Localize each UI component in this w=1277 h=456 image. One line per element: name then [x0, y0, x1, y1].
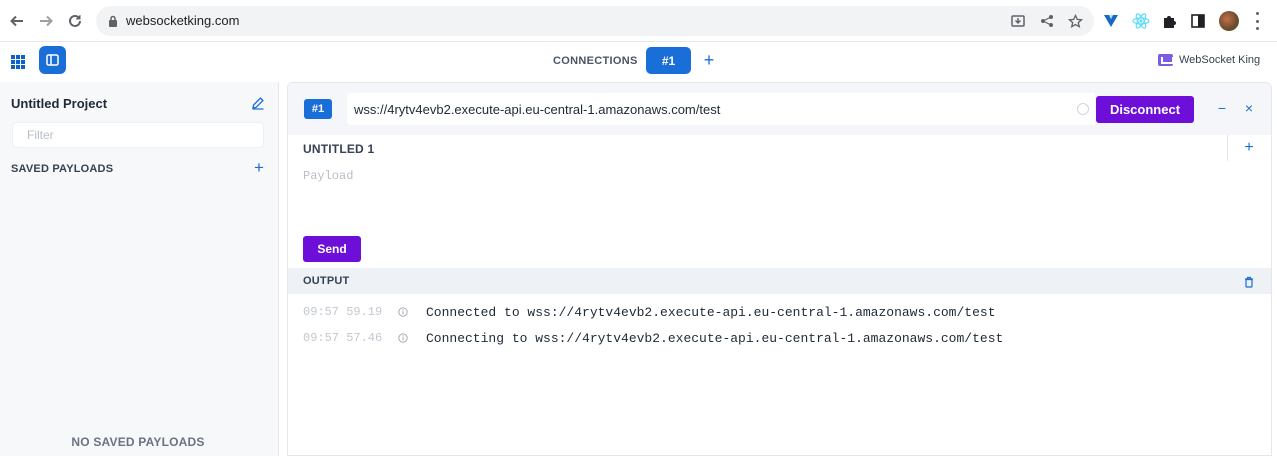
back-arrow-icon[interactable]: [7, 11, 27, 31]
add-connection-button[interactable]: +: [701, 51, 717, 69]
app-header: CONNECTIONS #1 + WebSocket King: [0, 42, 1277, 82]
close-icon[interactable]: ×: [1243, 101, 1255, 115]
info-icon: [398, 333, 426, 343]
browser-toolbar: websocketking.com: [0, 0, 1277, 42]
address-bar[interactable]: websocketking.com: [96, 6, 1094, 36]
payload-tab-title[interactable]: UNTITLED 1: [303, 142, 374, 156]
divider: [1227, 135, 1228, 161]
connection-panel: #1 Disconnect − × UNTITLED 1 + Send OUTP…: [287, 82, 1272, 456]
profile-avatar[interactable]: [1219, 11, 1239, 31]
sidebar-toggle-button[interactable]: [39, 46, 66, 74]
react-devtools-icon[interactable]: [1132, 12, 1150, 30]
vuetify-extension-icon[interactable]: [1102, 12, 1120, 30]
extensions-puzzle-icon[interactable]: [1161, 12, 1179, 30]
log-entry: 09:57 57.46 Connecting to wss://4rytv4ev…: [303, 330, 1003, 346]
sidebar: Untitled Project SAVED PAYLOADS + NO SAV…: [0, 82, 279, 456]
panel-icon: [46, 54, 59, 66]
brand-name: WebSocket King: [1179, 54, 1261, 66]
apps-grid-icon[interactable]: [11, 55, 25, 69]
tab-connections[interactable]: CONNECTIONS: [553, 55, 638, 67]
disconnect-button[interactable]: Disconnect: [1096, 96, 1194, 123]
tab-connection-1[interactable]: #1: [646, 47, 691, 74]
forward-arrow-icon[interactable]: [36, 11, 56, 31]
info-icon: [398, 307, 426, 317]
minimize-icon[interactable]: −: [1216, 101, 1228, 115]
output-header: OUTPUT: [288, 268, 1271, 294]
side-panel-icon[interactable]: [1189, 12, 1207, 30]
edit-pencil-icon[interactable]: [251, 96, 265, 110]
add-saved-payload-button[interactable]: +: [252, 159, 266, 176]
connection-bar: #1 Disconnect − ×: [288, 83, 1271, 135]
install-app-icon[interactable]: [1010, 13, 1026, 29]
payload-input[interactable]: [303, 169, 1243, 229]
bookmark-star-icon[interactable]: [1067, 13, 1083, 29]
browser-menu-icon[interactable]: [1253, 12, 1261, 30]
log-timestamp: 09:57 57.46: [303, 331, 383, 345]
settings-gear-icon[interactable]: [1077, 103, 1089, 115]
crown-logo-icon: [1158, 54, 1174, 66]
log-message: Connected to wss://4rytv4evb2.execute-ap…: [426, 304, 996, 320]
clear-output-trash-icon[interactable]: [1244, 275, 1254, 288]
brand[interactable]: WebSocket King: [1158, 54, 1260, 66]
project-title: Untitled Project: [11, 96, 108, 111]
websocket-url-input[interactable]: [347, 93, 1095, 125]
add-payload-tab-button[interactable]: +: [1242, 140, 1256, 156]
filter-input[interactable]: [12, 122, 264, 148]
saved-payloads-title: SAVED PAYLOADS: [11, 163, 114, 175]
log-message: Connecting to wss://4rytv4evb2.execute-a…: [426, 330, 1004, 346]
log-timestamp: 09:57 59.19: [303, 305, 383, 319]
no-saved-payloads-text: NO SAVED PAYLOADS: [71, 435, 205, 449]
send-button[interactable]: Send: [303, 236, 361, 262]
reload-icon[interactable]: [65, 11, 85, 31]
share-icon[interactable]: [1039, 13, 1055, 29]
log-entry: 09:57 59.19 Connected to wss://4rytv4evb…: [303, 304, 996, 320]
connection-badge: #1: [304, 99, 332, 119]
address-url[interactable]: websocketking.com: [126, 13, 239, 28]
lock-icon: [108, 14, 118, 32]
output-title: OUTPUT: [303, 275, 350, 287]
